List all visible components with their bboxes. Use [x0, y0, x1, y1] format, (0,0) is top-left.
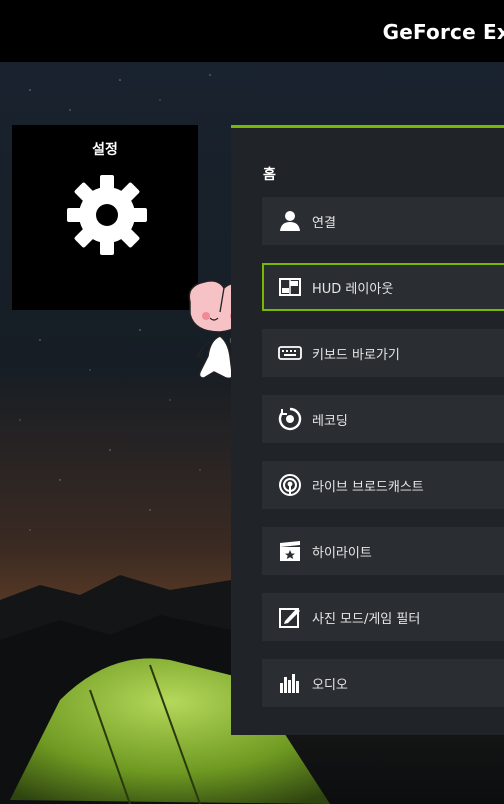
menu-item-recording[interactable]: 레코딩 [262, 395, 504, 443]
menu-item-connection[interactable]: 연결 [262, 197, 504, 245]
record-icon [278, 407, 302, 431]
menu-item-hud-layout[interactable]: HUD 레이아웃 [262, 263, 504, 311]
menu-item-photo-mode[interactable]: 사진 모드/게임 필터 [262, 593, 504, 641]
top-bar: GeForce Ex [0, 0, 504, 62]
settings-title: 설정 [92, 142, 118, 158]
broadcast-icon [279, 474, 301, 496]
menu-item-label: 라이브 브로드캐스트 [312, 480, 424, 495]
menu-item-label: 오디오 [312, 678, 348, 693]
menu-item-keyboard-shortcuts[interactable]: 키보드 바로가기 [262, 329, 504, 377]
menu-item-highlights[interactable]: 하이라이트 [262, 527, 504, 575]
menu-item-audio[interactable]: 오디오 [262, 659, 504, 707]
menu-item-label: 키보드 바로가기 [312, 348, 400, 363]
hud-layout-icon [279, 278, 301, 296]
audio-icon [280, 674, 299, 693]
menu-item-label: HUD 레이아웃 [312, 282, 394, 297]
menu-item-label: 사진 모드/게임 필터 [312, 612, 421, 627]
panel-title: 홈 [263, 167, 276, 183]
home-panel: 홈 연결 HUD 레이아웃 키보드 바로가기 레코딩 라이브 브로드캐스트 하이… [231, 125, 504, 735]
menu-item-live-broadcast[interactable]: 라이브 브로드캐스트 [262, 461, 504, 509]
photo-filter-icon [279, 608, 300, 628]
gear-icon [67, 175, 147, 255]
highlight-icon [280, 541, 300, 561]
menu-item-label: 하이라이트 [312, 546, 372, 561]
keyboard-icon [278, 346, 302, 360]
settings-tile[interactable]: 설정 [12, 125, 198, 310]
brand-title: GeForce Ex [382, 20, 504, 44]
person-icon [280, 211, 300, 231]
menu-item-label: 연결 [312, 216, 336, 231]
menu-item-label: 레코딩 [312, 414, 348, 429]
